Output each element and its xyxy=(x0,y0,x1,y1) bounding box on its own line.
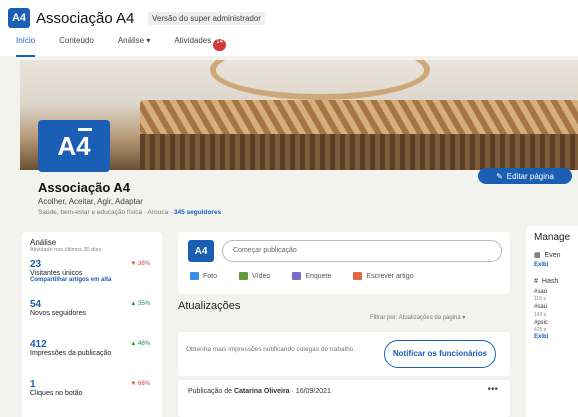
org-meta-text: Saúde, bem-estar e educação física · Aro… xyxy=(38,209,173,216)
chevron-down-icon: ▾ xyxy=(462,315,466,321)
hashtag-list: #saú 115 s #saú 143 s #psic 425 s xyxy=(534,288,578,334)
composer-avatar: A4 xyxy=(188,240,214,262)
article-icon xyxy=(353,272,363,280)
video-label: Vídeo xyxy=(252,272,271,280)
tab-analise[interactable]: Análise ▾ xyxy=(118,36,151,57)
analytics-card: Análise Atividade nos últimos 30 dias 23… xyxy=(22,232,162,417)
org-logo-large: A4 xyxy=(38,120,110,172)
edit-page-label: Editar página xyxy=(506,171,554,181)
stat-impressions[interactable]: 412 Impressões da publicação ▲ 46% xyxy=(30,339,154,379)
post-card: Publicação de Catarina Oliveira · 16/09/… xyxy=(178,380,510,417)
org-title: Associação A4 xyxy=(36,10,135,27)
post-date: · 16/09/2021 xyxy=(291,388,331,395)
hashtag-item[interactable]: #saú xyxy=(534,303,578,311)
notification-badge: 14 xyxy=(213,39,226,51)
stat-change: ▼ 36% xyxy=(130,261,150,267)
stat-label: Novos seguidores xyxy=(30,310,87,317)
video-button[interactable]: Vídeo xyxy=(239,272,270,280)
stat-change: ▲ 46% xyxy=(130,341,150,347)
analytics-subtitle: Atividade nos últimos 30 dias xyxy=(30,247,102,253)
write-article-label: Escrever artigo xyxy=(366,272,414,280)
stat-change: ▲ 35% xyxy=(130,301,150,307)
photo-label: Foto xyxy=(203,272,218,280)
stat-label: Impressões da publicação xyxy=(30,350,112,357)
updates-filter[interactable]: Filtrar por: Atualizações da página ▾ xyxy=(370,314,465,321)
stat-visitors[interactable]: 23 Visitantes únicos ▼ 36% Compartilhar … xyxy=(30,259,154,299)
tab-analise-label: Análise xyxy=(117,36,145,45)
video-icon xyxy=(239,272,249,280)
more-options-icon[interactable]: ••• xyxy=(487,384,498,395)
post-author-line: Publicação de Catarina Oliveira · 16/09/… xyxy=(188,388,331,395)
stat-label: Visitantes únicos xyxy=(30,270,83,277)
tab-atividades-label: Atividades xyxy=(174,36,212,45)
start-post-input[interactable]: Começar publicação xyxy=(222,240,502,262)
updates-heading: Atualizações xyxy=(178,300,241,312)
profile-header: A4 Associação A4 Acolher, Aceitar, Agir,… xyxy=(20,120,578,220)
top-bar: A4 Associação A4 Versão do super adminis… xyxy=(0,0,578,57)
photo-icon xyxy=(190,272,199,280)
hashtag-count: 143 s xyxy=(534,311,547,318)
chevron-down-icon: ▾ xyxy=(146,36,151,45)
events-item[interactable]: ▦ Even xyxy=(534,251,578,260)
show-hashtags-link[interactable]: Exibi xyxy=(534,334,578,340)
tab-inicio[interactable]: Início xyxy=(16,36,36,57)
org-tagline: Acolher, Aceitar, Agir, Adaptar xyxy=(38,197,143,206)
hashtag-icon: # xyxy=(534,278,538,285)
followers-count[interactable]: 345 seguidores xyxy=(174,209,221,216)
hashtag-count: 425 s xyxy=(534,327,547,334)
org-logo-small[interactable]: A4 xyxy=(8,8,30,28)
tab-conteudo[interactable]: Conteúdo xyxy=(59,36,94,57)
tab-atividades[interactable]: Atividades 14 xyxy=(174,36,226,57)
pencil-icon: ✎ xyxy=(496,171,503,181)
poll-icon xyxy=(292,272,302,280)
events-label: Even xyxy=(544,251,561,259)
hashtag-count: 115 s xyxy=(534,296,546,303)
notify-employees-button[interactable]: Notificar os funcionários xyxy=(384,340,496,368)
write-article-button[interactable]: Escrever artigo xyxy=(353,272,413,280)
edit-page-button[interactable]: ✎ Editar página xyxy=(478,168,572,184)
org-name: Associação A4 xyxy=(38,180,131,195)
manage-title: Manage xyxy=(534,232,571,243)
analytics-title: Análise xyxy=(30,238,57,247)
updates-filter-label: Filtrar por: Atualizações da página xyxy=(370,315,461,321)
hashtag-item[interactable]: #psic xyxy=(534,319,578,327)
photo-button[interactable]: Foto xyxy=(190,272,217,280)
basket-handle-graphic xyxy=(210,60,430,100)
org-meta: Saúde, bem-estar e educação física · Aro… xyxy=(38,209,221,216)
post-author[interactable]: Catarina Oliveira xyxy=(234,388,290,395)
stat-label: Cliques no botão xyxy=(30,390,83,397)
stat-clicks[interactable]: 1 Cliques no botão ▼ 66% xyxy=(30,379,154,417)
stat-followers[interactable]: 54 Novos seguidores ▲ 35% xyxy=(30,299,154,339)
hashtags-item[interactable]: # Hash xyxy=(534,278,578,285)
main-nav: Início Conteúdo Análise ▾ Atividades 14 xyxy=(16,36,226,57)
hashtags-label: Hash xyxy=(541,278,559,285)
show-events-link[interactable]: Exibi xyxy=(534,262,578,268)
share-articles-link[interactable]: Compartilhar artigos em alta xyxy=(30,277,154,283)
admin-view-badge[interactable]: Versão do super administrador xyxy=(148,12,265,25)
post-composer: A4 Começar publicação Foto Vídeo Enquete… xyxy=(178,232,510,294)
composer-actions: Foto Vídeo Enquete Escrever artigo xyxy=(190,272,413,280)
notify-text: Obtenha mais impressões notificando cole… xyxy=(186,346,356,353)
notify-employees-card: Obtenha mais impressões notificando cole… xyxy=(178,332,510,376)
calendar-icon: ▦ xyxy=(534,252,541,259)
poll-label: Enquete xyxy=(305,272,332,280)
hashtag-item[interactable]: #saú xyxy=(534,288,578,296)
manage-card: Manage ▦ Even Exibi # Hash #saú 115 s #saú… xyxy=(526,226,578,417)
post-prefix: Publicação de xyxy=(188,388,232,395)
poll-button[interactable]: Enquete xyxy=(292,272,331,280)
stat-change: ▼ 66% xyxy=(130,381,150,387)
